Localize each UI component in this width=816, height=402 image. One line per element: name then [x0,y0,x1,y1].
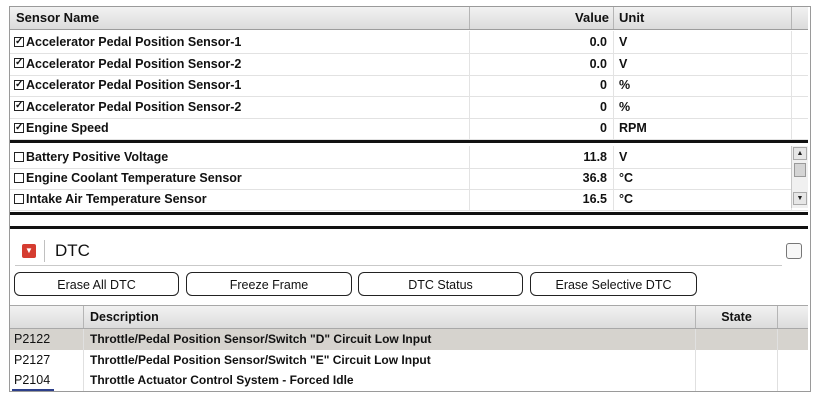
scroll-down-icon[interactable]: ▼ [793,192,807,205]
sensor-name: Engine Speed [26,121,109,135]
splitter-bottom[interactable] [10,226,808,229]
dtc-description: Throttle/Pedal Position Sensor/Switch "D… [84,329,696,350]
col-value[interactable]: Value [470,7,614,29]
sensor-unit: % [614,95,792,118]
dtc-row[interactable]: P2122 Throttle/Pedal Position Sensor/Swit… [10,329,808,350]
splitter-top[interactable] [10,212,808,215]
panel-toggle-icon[interactable] [786,243,802,259]
sensor-name: Accelerator Pedal Position Sensor-2 [26,56,242,71]
sensor-value: 0.0 [470,31,614,53]
sensor-row[interactable]: Engine Coolant Temperature Sensor 36.8 °C [10,167,808,190]
sensor-checkbox[interactable]: ✓ [14,79,24,90]
sensor-unit: V [614,146,792,168]
sensor-row[interactable]: Intake Air Temperature Sensor 16.5 °C [10,188,808,211]
sensor-name: Engine Coolant Temperature Sensor [26,171,242,185]
sensor-value: 0.0 [470,52,614,75]
sensor-scrollbar[interactable]: ▲ ▼ [791,146,808,208]
sensor-value: 16.5 [470,188,614,210]
sensor-checkbox[interactable]: ✓ [14,58,24,69]
dtc-status-button[interactable]: DTC Status [358,272,523,296]
sensor-value: 36.8 [470,167,614,189]
sensor-row[interactable]: ✓ Engine Speed 0 RPM [10,117,808,140]
collapse-arrow-icon[interactable]: ▼ [22,244,36,258]
dtc-description: Throttle Actuator Control System - Force… [84,370,696,391]
sensor-value: 11.8 [470,146,614,168]
dtc-divider [15,265,782,266]
sensor-name-cell: Battery Positive Voltage [10,146,470,168]
sensor-row[interactable]: ✓ Accelerator Pedal Position Sensor-1 0% [10,74,808,97]
sensor-row[interactable]: ✓ Accelerator Pedal Position Sensor-2 0% [10,95,808,119]
dtc-state [696,370,778,391]
sensor-checkbox[interactable]: ✓ [14,122,24,133]
dtc-code: P2104 [10,370,84,391]
sensor-row[interactable]: ✓ Accelerator Pedal Position Sensor-2 0.0 V [10,52,808,76]
sensor-name-cell: ✓ Accelerator Pedal Position Sensor-2 [10,95,470,118]
dtc-row[interactable]: P2127 Throttle/Pedal Position Sensor/Swit… [10,349,808,371]
sensor-checkbox[interactable]: ✓ [14,101,24,112]
sensor-unit: V [614,31,792,53]
tab-indicator [12,389,54,391]
pinned-separator [10,140,808,143]
sensor-unit: °C [614,188,792,210]
col-state[interactable]: State [696,306,778,328]
sensor-checkbox[interactable] [14,172,24,183]
sensor-row[interactable]: ✓ Accelerator Pedal Position Sensor-1 0.0 V [10,31,808,54]
dtc-title: DTC [44,240,90,262]
col-code[interactable] [10,306,84,328]
sensor-name-cell: ✓ Accelerator Pedal Position Sensor-1 [10,31,470,53]
sensor-checkbox[interactable] [14,193,24,204]
col-sensor-name[interactable]: Sensor Name [10,7,470,29]
sensor-checkbox[interactable]: ✓ [14,36,24,47]
dtc-code: P2122 [10,329,84,350]
sensor-checkbox[interactable] [14,151,24,162]
erase-all-dtc-button[interactable]: Erase All DTC [14,272,179,296]
sensor-name: Battery Positive Voltage [26,150,169,164]
sensor-name: Accelerator Pedal Position Sensor-1 [26,78,242,92]
dtc-code: P2127 [10,349,84,371]
sensor-name-cell: ✓ Engine Speed [10,117,470,139]
sensor-value: 0 [470,74,614,96]
col-description[interactable]: Description [84,306,696,328]
dtc-row[interactable]: P2104 Throttle Actuator Control System - … [10,370,808,391]
scroll-up-icon[interactable]: ▲ [793,147,807,160]
col-unit[interactable]: Unit [614,7,792,29]
sensor-name-cell: Engine Coolant Temperature Sensor [10,167,470,189]
dtc-state [696,349,778,371]
sensor-name: Intake Air Temperature Sensor [26,192,207,206]
sensor-unit: °C [614,167,792,189]
sensor-value: 0 [470,95,614,118]
sensor-table-header: Sensor Name Value Unit [10,7,808,30]
sensor-name-cell: ✓ Accelerator Pedal Position Sensor-2 [10,52,470,75]
sensor-unit: % [614,74,792,96]
sensor-unit: RPM [614,117,792,139]
freeze-frame-button[interactable]: Freeze Frame [186,272,352,296]
scroll-thumb[interactable] [794,163,806,177]
sensor-name: Accelerator Pedal Position Sensor-1 [26,35,242,49]
sensor-row[interactable]: Battery Positive Voltage 11.8 V [10,146,808,169]
dtc-description: Throttle/Pedal Position Sensor/Switch "E… [84,349,696,371]
sensor-name-cell: ✓ Accelerator Pedal Position Sensor-1 [10,74,470,96]
erase-selective-dtc-button[interactable]: Erase Selective DTC [530,272,697,296]
sensor-name-cell: Intake Air Temperature Sensor [10,188,470,210]
sensor-value: 0 [470,117,614,139]
sensor-unit: V [614,52,792,75]
dtc-state [696,329,778,350]
sensor-name: Accelerator Pedal Position Sensor-2 [26,99,242,114]
dtc-table-header: Description State [10,305,808,329]
